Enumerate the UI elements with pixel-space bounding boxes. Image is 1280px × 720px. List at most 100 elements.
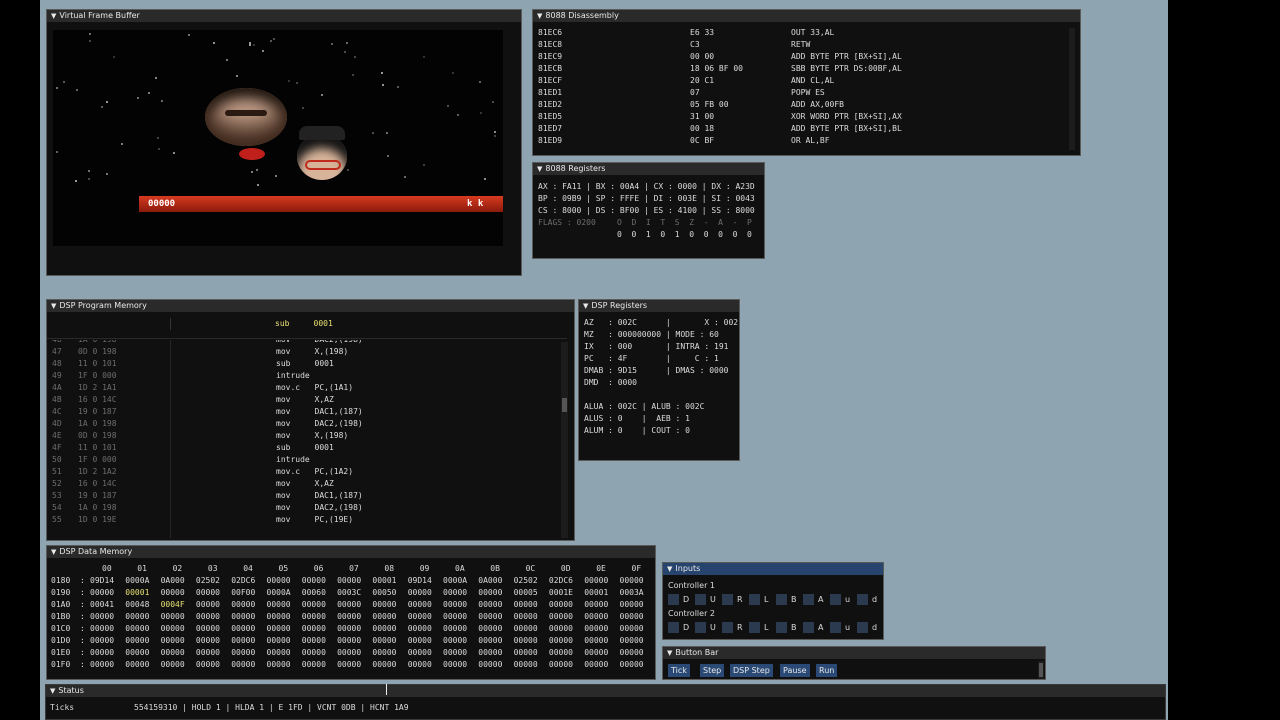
program-instruction: mov DAC2,(198) [276,503,363,512]
disassembly-bytes: 00 00 [690,52,715,61]
data-cell: 00000 [231,636,256,645]
input-checkbox[interactable] [776,594,787,605]
data-cell: 00000 [266,636,291,645]
collapse-triangle-icon[interactable]: ▼ [51,302,56,310]
disassembly-window[interactable]: ▼ 8088 Disassembly 81EC6 E6 33 OUT 33,AL 81E… [532,9,1081,156]
input-checkbox[interactable] [749,594,760,605]
frame-buffer-title-bar[interactable]: ▼ Virtual Frame Buffer [47,10,521,22]
star [89,33,91,35]
collapse-triangle-icon[interactable]: ▼ [667,565,672,573]
pause-button[interactable]: Pause [780,664,810,677]
input-checkbox[interactable] [695,594,706,605]
input-checkbox[interactable] [857,622,868,633]
frame-buffer-title: Virtual Frame Buffer [59,11,140,20]
star [236,75,238,77]
star [121,143,123,145]
scrollbar-thumb[interactable] [1039,663,1043,677]
button-bar-scrollbar[interactable] [1038,661,1044,679]
data-row-colon: : [80,588,85,597]
register-row-cs: CS : 8000 | DS : BF00 | ES : 4100 | SS :… [538,206,755,215]
data-cell: 02502 [195,576,220,585]
dsp-program-title-bar[interactable]: ▼ DSP Program Memory [47,300,574,312]
program-instruction: mov DAC1,(187) [276,491,363,500]
input-key-label: L [764,623,769,632]
disassembly-address: 81ECB [538,64,563,73]
status-title-bar[interactable]: ▼ Status [46,685,1165,697]
collapse-triangle-icon[interactable]: ▼ [537,12,542,20]
program-address: 4A [52,383,62,392]
button-bar-title-bar[interactable]: ▼ Button Bar [663,647,1045,659]
input-checkbox[interactable] [776,622,787,633]
step-button[interactable]: Step [700,664,725,677]
status-window[interactable]: ▼ Status Ticks 554159310 | HOLD 1 | HLDA … [45,684,1166,720]
input-checkbox[interactable] [722,594,733,605]
star [249,42,251,44]
disassembly-address: 81EC8 [538,40,563,49]
data-cell: 00000 [160,636,185,645]
registers-8088-window[interactable]: ▼ 8088 Registers AX : FA11 | BX : 00A4 | … [532,162,765,259]
data-column-header: 04 [243,564,253,573]
inputs-window[interactable]: ▼ Inputs Controller 1 D U R L B Au d Controller… [662,562,884,640]
dsp-data-memory-window[interactable]: ▼ DSP Data Memory 00 01 02 03 04 05 06 07 08 09 0A 0… [46,545,656,680]
disassembly-title-bar[interactable]: ▼ 8088 Disassembly [533,10,1080,22]
dsp-data-title-bar[interactable]: ▼ DSP Data Memory [47,546,655,558]
button-bar-window[interactable]: ▼ Button Bar Tick Step DSP Step Pause Run [662,646,1046,680]
disassembly-scrollbar[interactable] [1069,28,1075,150]
run-button[interactable]: Run [816,664,838,677]
input-checkbox[interactable] [668,594,679,605]
program-address: 4B [52,395,62,404]
input-checkbox[interactable] [695,622,706,633]
data-cell: 00000 [301,612,326,621]
star [457,114,459,116]
collapse-triangle-icon[interactable]: ▼ [537,165,542,173]
input-checkbox[interactable] [803,594,814,605]
star [106,101,108,103]
input-checkbox[interactable] [749,622,760,633]
ticks-value: 554159310 | HOLD 1 | HLDA 1 | E 1FD | VC… [134,703,409,712]
input-checkbox[interactable] [722,622,733,633]
star [113,56,115,58]
program-instruction: intrude [276,455,310,464]
dsp-program-scrollbar[interactable] [561,342,568,538]
input-checkbox[interactable] [668,622,679,633]
collapse-triangle-icon[interactable]: ▼ [51,548,56,556]
data-row-colon: : [80,660,85,669]
data-cell: 00000 [584,624,609,633]
tick-button[interactable]: Tick [668,664,690,677]
dsp-step-button[interactable]: DSP Step [730,664,773,677]
data-cell: 0004F [160,600,185,609]
input-checkbox[interactable] [857,594,868,605]
scrollbar-thumb[interactable] [562,398,567,412]
data-cell: 00000 [443,600,468,609]
input-key-label: L [764,595,769,604]
star [148,92,150,94]
program-address: 51 [52,467,62,476]
data-column-header: 02 [172,564,183,573]
dsp-registers-title-bar[interactable]: ▼ DSP Registers [579,300,739,312]
data-cell: 00000 [407,588,432,597]
data-cell: 00000 [478,648,503,657]
collapse-triangle-icon[interactable]: ▼ [583,302,588,310]
frame-buffer-window[interactable]: ▼ Virtual Frame Buffer 00000 k k [46,9,522,276]
star [354,56,356,58]
data-cell: 00000 [231,600,256,609]
disassembly-address: 81ED9 [538,136,563,145]
disassembly-bytes: 07 [690,88,700,97]
collapse-triangle-icon[interactable]: ▼ [51,12,56,20]
input-checkbox[interactable] [803,622,814,633]
registers-8088-title-bar[interactable]: ▼ 8088 Registers [533,163,764,175]
star [226,59,228,61]
collapse-triangle-icon[interactable]: ▼ [50,687,55,695]
collapse-triangle-icon[interactable]: ▼ [667,649,672,657]
dsp-program-memory-window[interactable]: ▼DSP Program Memory sub 0001 48 1A 0 198 m… [46,299,575,541]
input-checkbox[interactable] [830,594,841,605]
inputs-title-bar[interactable]: ▼ Inputs [663,563,883,575]
ticks-label: Ticks [50,703,75,712]
dsp-registers-window[interactable]: ▼ DSP Registers AZ : 002C | X : 002F MZ : … [578,299,740,461]
disassembly-instruction: XOR WORD PTR [BX+SI],AX [791,112,902,121]
data-row-address: 0180 [51,576,71,585]
star [101,106,103,108]
input-checkbox[interactable] [830,622,841,633]
data-cell: 00000 [478,660,503,669]
data-cell: 00000 [301,576,326,585]
